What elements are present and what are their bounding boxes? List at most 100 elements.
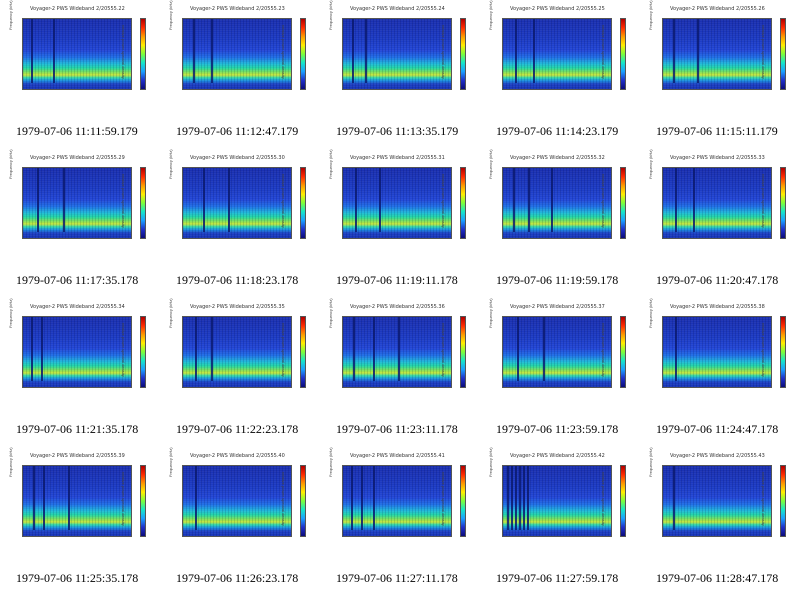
spectrogram-image [662, 465, 772, 537]
spectrogram-spike [693, 168, 695, 233]
spectrogram-image [342, 167, 452, 239]
panel-caption: 1979-07-06 11:27:59.178 [496, 571, 619, 585]
spectrogram-spike [195, 317, 197, 382]
colorbar-label: relative power spectral density [121, 472, 126, 526]
panel-title: Voyager-2 PWS Wideband 2/20555.25 [510, 6, 605, 12]
spectrogram-image [182, 316, 292, 388]
colorbar-label: relative power spectral density [281, 472, 286, 526]
panel-caption: 1979-07-06 11:22:23.178 [176, 422, 299, 436]
colorbar [300, 167, 306, 239]
spectrogram-spike [31, 317, 33, 382]
colorbar [300, 465, 306, 537]
spectrogram-image [502, 18, 612, 90]
spectrogram-panel: Voyager-2 PWS Wideband 2/20555.40 Frequen… [160, 447, 320, 596]
panel-title: Voyager-2 PWS Wideband 2/20555.38 [670, 304, 765, 310]
spectrogram-image [182, 167, 292, 239]
colorbar [300, 18, 306, 90]
spectrogram-spike [507, 466, 509, 531]
spectrogram-panel: Voyager-2 PWS Wideband 2/20555.31 Frequen… [320, 149, 480, 298]
y-axis-label: Frequency (kHz) [168, 298, 173, 328]
spectrogram-panel: Voyager-2 PWS Wideband 2/20555.38 Frequen… [640, 298, 800, 447]
panel-title: Voyager-2 PWS Wideband 2/20555.42 [510, 453, 605, 459]
panel-title: Voyager-2 PWS Wideband 2/20555.39 [30, 453, 125, 459]
spectrogram-image [22, 465, 132, 537]
panel-caption: 1979-07-06 11:26:23.178 [176, 571, 299, 585]
spectrogram-spike [351, 466, 353, 531]
spectrogram-panel: Voyager-2 PWS Wideband 2/20555.30 Frequen… [160, 149, 320, 298]
panel-caption: 1979-07-06 11:13:35.179 [336, 124, 459, 138]
spectrogram-spike [365, 19, 367, 84]
colorbar [140, 465, 146, 537]
spectrogram-spike [41, 317, 43, 382]
y-axis-label: Frequency (kHz) [8, 149, 13, 179]
spectrogram-spike [211, 19, 213, 84]
colorbar-label: relative power spectral density [441, 174, 446, 228]
spectrogram-spike [533, 19, 535, 84]
panel-title: Voyager-2 PWS Wideband 2/20555.41 [350, 453, 445, 459]
colorbar [780, 167, 786, 239]
colorbar [140, 167, 146, 239]
spectrogram-spike [673, 466, 675, 531]
colorbar-label: relative power spectral density [761, 323, 766, 377]
spectrogram-spike [228, 168, 230, 233]
panel-title: Voyager-2 PWS Wideband 2/20555.40 [190, 453, 285, 459]
colorbar [460, 18, 466, 90]
spectrogram-spike [195, 466, 197, 531]
spectrogram-image [502, 465, 612, 537]
panel-caption: 1979-07-06 11:25:35.178 [16, 571, 139, 585]
colorbar [780, 465, 786, 537]
spectrogram-spike [527, 466, 529, 531]
spectrogram-panel: Voyager-2 PWS Wideband 2/20555.29 Frequen… [0, 149, 160, 298]
spectrogram-image [342, 316, 452, 388]
spectrogram-spike [543, 317, 545, 382]
panel-caption: 1979-07-06 11:11:59.179 [16, 124, 138, 138]
panel-caption: 1979-07-06 11:27:11.178 [336, 571, 458, 585]
y-axis-label: Frequency (kHz) [328, 447, 333, 477]
spectrogram-spike [203, 168, 205, 233]
y-axis-label: Frequency (kHz) [168, 447, 173, 477]
colorbar-label: relative power spectral density [601, 323, 606, 377]
colorbar-label: relative power spectral density [441, 323, 446, 377]
panel-title: Voyager-2 PWS Wideband 2/20555.32 [510, 155, 605, 161]
colorbar-label: relative power spectral density [601, 174, 606, 228]
panel-caption: 1979-07-06 11:15:11.179 [656, 124, 778, 138]
colorbar [780, 316, 786, 388]
spectrogram-image [662, 167, 772, 239]
spectrogram-image [342, 18, 452, 90]
spectrogram-spike [361, 466, 363, 531]
spectrogram-spike [352, 19, 354, 84]
colorbar [620, 316, 626, 388]
colorbar [460, 167, 466, 239]
panel-title: Voyager-2 PWS Wideband 2/20555.35 [190, 304, 285, 310]
y-axis-label: Frequency (kHz) [648, 0, 653, 30]
y-axis-label: Frequency (kHz) [8, 298, 13, 328]
y-axis-label: Frequency (kHz) [648, 149, 653, 179]
panel-caption: 1979-07-06 11:18:23.178 [176, 273, 299, 287]
colorbar [140, 316, 146, 388]
spectrogram-panel: Voyager-2 PWS Wideband 2/20555.34 Frequen… [0, 298, 160, 447]
panel-title: Voyager-2 PWS Wideband 2/20555.31 [350, 155, 445, 161]
spectrogram-spike [373, 317, 375, 382]
spectrogram-spike [211, 317, 213, 382]
colorbar-label: relative power spectral density [761, 472, 766, 526]
spectrogram-spike [519, 466, 521, 531]
colorbar [780, 18, 786, 90]
y-axis-label: Frequency (kHz) [488, 149, 493, 179]
y-axis-label: Frequency (kHz) [488, 447, 493, 477]
spectrogram-panel: Voyager-2 PWS Wideband 2/20555.36 Frequen… [320, 298, 480, 447]
spectrogram-spike [353, 317, 355, 382]
spectrogram-spike [33, 466, 35, 531]
spectrogram-panel: Voyager-2 PWS Wideband 2/20555.24 Frequen… [320, 0, 480, 149]
colorbar-label: relative power spectral density [121, 174, 126, 228]
spectrogram-spike [515, 19, 517, 84]
spectrogram-panel: Voyager-2 PWS Wideband 2/20555.23 Frequen… [160, 0, 320, 149]
y-axis-label: Frequency (kHz) [648, 298, 653, 328]
spectrogram-spike [398, 317, 400, 382]
colorbar-label: relative power spectral density [281, 25, 286, 79]
spectrogram-image [182, 465, 292, 537]
colorbar-label: relative power spectral density [281, 323, 286, 377]
panel-caption: 1979-07-06 11:19:11.178 [336, 273, 458, 287]
spectrogram-spike [53, 19, 55, 84]
panel-caption: 1979-07-06 11:19:59.178 [496, 273, 619, 287]
spectrogram-spike [355, 168, 357, 233]
